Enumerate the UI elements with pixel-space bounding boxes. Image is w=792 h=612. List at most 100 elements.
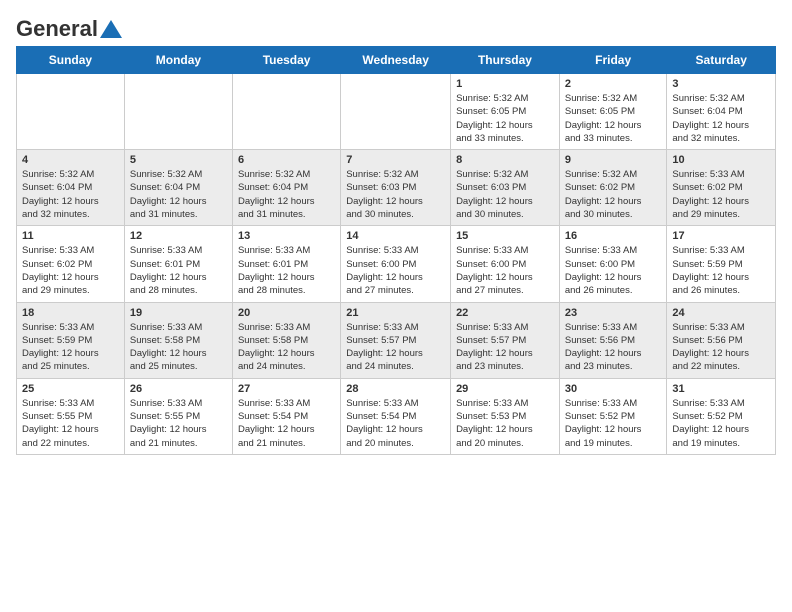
calendar-cell: 22 Sunrise: 5:33 AM Sunset: 5:57 PM Dayli… [451,302,560,378]
calendar-cell: 28 Sunrise: 5:33 AM Sunset: 5:54 PM Dayli… [341,378,451,454]
day-header-wednesday: Wednesday [341,47,451,74]
cell-info: Sunrise: 5:33 AM Sunset: 5:56 PM Dayligh… [565,321,662,374]
day-number: 1 [456,78,554,90]
day-number: 26 [130,383,227,395]
day-number: 27 [238,383,335,395]
calendar-cell: 11Sunrise: 5:33 AM Sunset: 6:02 PM Dayli… [17,226,125,302]
cell-info: Sunrise: 5:32 AM Sunset: 6:05 PM Dayligh… [565,92,662,145]
calendar-cell: 24 Sunrise: 5:33 AM Sunset: 5:56 PM Dayli… [667,302,776,378]
cell-info: Sunrise: 5:33 AM Sunset: 5:54 PM Dayligh… [238,397,335,450]
day-number: 31 [672,383,770,395]
calendar-cell [341,74,451,150]
day-number: 19 [130,307,227,319]
day-number: 20 [238,307,335,319]
cell-info: Sunrise: 5:33 AM Sunset: 5:57 PM Dayligh… [456,321,554,374]
day-number: 13 [238,230,335,242]
cell-info: Sunrise: 5:33 AM Sunset: 5:55 PM Dayligh… [22,397,119,450]
calendar-cell: 27 Sunrise: 5:33 AM Sunset: 5:54 PM Dayli… [232,378,340,454]
calendar-cell: 25 Sunrise: 5:33 AM Sunset: 5:55 PM Dayli… [17,378,125,454]
calendar-cell: 6 Sunrise: 5:32 AM Sunset: 6:04 PM Daylig… [232,150,340,226]
calendar-cell: 9 Sunrise: 5:32 AM Sunset: 6:02 PM Daylig… [559,150,667,226]
day-header-friday: Friday [559,47,667,74]
cell-info: Sunrise: 5:33 AM Sunset: 5:52 PM Dayligh… [565,397,662,450]
calendar-cell: 30 Sunrise: 5:33 AM Sunset: 5:52 PM Dayli… [559,378,667,454]
day-number: 3 [672,78,770,90]
calendar-cell: 3 Sunrise: 5:32 AM Sunset: 6:04 PM Daylig… [667,74,776,150]
day-number: 29 [456,383,554,395]
cell-info: Sunrise: 5:32 AM Sunset: 6:04 PM Dayligh… [238,168,335,221]
cell-info: Sunrise: 5:33 AM Sunset: 5:56 PM Dayligh… [672,321,770,374]
day-number: 15 [456,230,554,242]
day-number: 9 [565,154,662,166]
calendar-cell: 16Sunrise: 5:33 AM Sunset: 6:00 PM Dayli… [559,226,667,302]
calendar-cell: 5 Sunrise: 5:32 AM Sunset: 6:04 PM Daylig… [124,150,232,226]
calendar-cell: 14 Sunrise: 5:33 AM Sunset: 6:00 PM Dayli… [341,226,451,302]
day-number: 28 [346,383,445,395]
calendar-cell: 8 Sunrise: 5:32 AM Sunset: 6:03 PM Daylig… [451,150,560,226]
calendar-cell: 10 Sunrise: 5:33 AM Sunset: 6:02 PM Dayli… [667,150,776,226]
calendar-cell: 19 Sunrise: 5:33 AM Sunset: 5:58 PM Dayli… [124,302,232,378]
day-number: 11 [22,230,119,242]
cell-info: Sunrise: 5:32 AM Sunset: 6:04 PM Dayligh… [130,168,227,221]
day-number: 24 [672,307,770,319]
calendar-cell: 18 Sunrise: 5:33 AM Sunset: 5:59 PM Dayli… [17,302,125,378]
day-number: 8 [456,154,554,166]
calendar-cell: 26 Sunrise: 5:33 AM Sunset: 5:55 PM Dayli… [124,378,232,454]
cell-info: Sunrise: 5:32 AM Sunset: 6:04 PM Dayligh… [672,92,770,145]
cell-info: Sunrise: 5:32 AM Sunset: 6:03 PM Dayligh… [456,168,554,221]
cell-info: Sunrise: 5:33 AM Sunset: 6:00 PM Dayligh… [346,244,445,297]
cell-info: Sunrise: 5:33 AM Sunset: 5:54 PM Dayligh… [346,397,445,450]
cell-info: Sunrise: 5:33 AM Sunset: 5:58 PM Dayligh… [130,321,227,374]
cell-info: Sunrise: 5:33 AM Sunset: 5:57 PM Dayligh… [346,321,445,374]
day-number: 7 [346,154,445,166]
cell-info: Sunrise: 5:33 AM Sunset: 6:01 PM Dayligh… [130,244,227,297]
calendar-cell: 31 Sunrise: 5:33 AM Sunset: 5:52 PM Dayli… [667,378,776,454]
cell-info: Sunrise: 5:33 AM Sunset: 5:53 PM Dayligh… [456,397,554,450]
calendar-cell: 13 Sunrise: 5:33 AM Sunset: 6:01 PM Dayli… [232,226,340,302]
cell-info: Sunrise: 5:33 AM Sunset: 5:59 PM Dayligh… [22,321,119,374]
day-number: 4 [22,154,119,166]
day-number: 10 [672,154,770,166]
day-number: 17 [672,230,770,242]
cell-info: Sunrise: 5:33 AM Sunset: 5:59 PM Dayligh… [672,244,770,297]
day-number: 14 [346,230,445,242]
day-number: 16 [565,230,662,242]
cell-info: Sunrise: 5:33 AM Sunset: 6:01 PM Dayligh… [238,244,335,297]
cell-info: Sunrise: 5:32 AM Sunset: 6:03 PM Dayligh… [346,168,445,221]
calendar-cell: 15 Sunrise: 5:33 AM Sunset: 6:00 PM Dayli… [451,226,560,302]
calendar-cell: 21 Sunrise: 5:33 AM Sunset: 5:57 PM Dayli… [341,302,451,378]
header: General [16,16,776,38]
calendar-cell: 12 Sunrise: 5:33 AM Sunset: 6:01 PM Dayli… [124,226,232,302]
calendar-cell: 17 Sunrise: 5:33 AM Sunset: 5:59 PM Dayli… [667,226,776,302]
day-number: 25 [22,383,119,395]
day-number: 18 [22,307,119,319]
cell-info: Sunrise: 5:33 AM Sunset: 5:55 PM Dayligh… [130,397,227,450]
calendar-cell [232,74,340,150]
day-number: 30 [565,383,662,395]
day-number: 21 [346,307,445,319]
day-number: 22 [456,307,554,319]
cell-info: Sunrise: 5:32 AM Sunset: 6:04 PM Dayligh… [22,168,119,221]
day-header-saturday: Saturday [667,47,776,74]
logo-icon [100,20,122,38]
calendar-cell: 29 Sunrise: 5:33 AM Sunset: 5:53 PM Dayli… [451,378,560,454]
calendar-cell: 2 Sunrise: 5:32 AM Sunset: 6:05 PM Daylig… [559,74,667,150]
cell-info: Sunrise: 5:33 AM Sunset: 6:02 PM Dayligh… [672,168,770,221]
day-number: 5 [130,154,227,166]
day-number: 12 [130,230,227,242]
logo: General [16,16,122,38]
day-header-sunday: Sunday [17,47,125,74]
day-number: 6 [238,154,335,166]
cell-info: Sunrise: 5:32 AM Sunset: 6:02 PM Dayligh… [565,168,662,221]
cell-info: Sunrise: 5:33 AM Sunset: 6:00 PM Dayligh… [456,244,554,297]
day-header-thursday: Thursday [451,47,560,74]
calendar-cell: 1 Sunrise: 5:32 AM Sunset: 6:05 PM Daylig… [451,74,560,150]
day-number: 23 [565,307,662,319]
cell-info: Sunrise: 5:32 AM Sunset: 6:05 PM Dayligh… [456,92,554,145]
day-number: 2 [565,78,662,90]
calendar-cell [17,74,125,150]
cell-info: Sunrise: 5:33 AM Sunset: 5:58 PM Dayligh… [238,321,335,374]
calendar-table: SundayMondayTuesdayWednesdayThursdayFrid… [16,46,776,455]
cell-info: Sunrise: 5:33 AM Sunset: 5:52 PM Dayligh… [672,397,770,450]
day-header-monday: Monday [124,47,232,74]
